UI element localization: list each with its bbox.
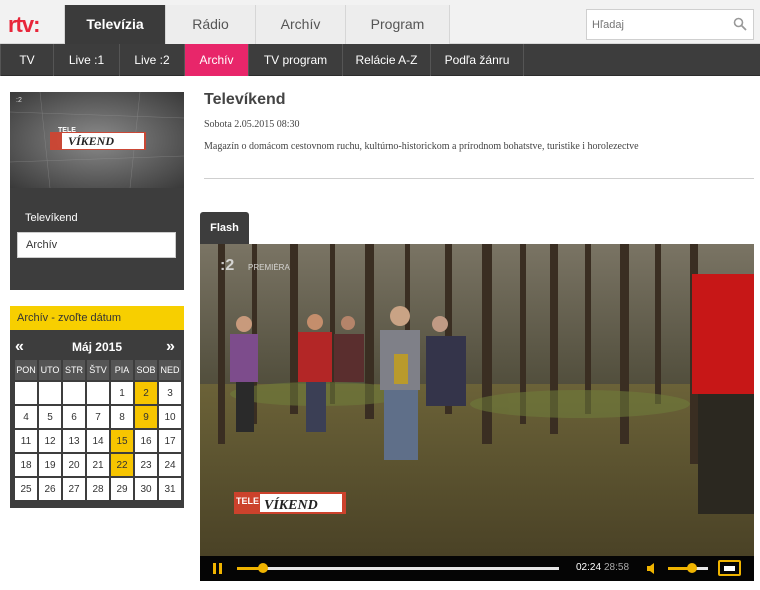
- tab-program[interactable]: Program: [345, 5, 450, 44]
- show-title[interactable]: Televíkend: [25, 212, 78, 224]
- subnav-relacie-a-z[interactable]: Relácie A-Z: [343, 44, 431, 76]
- calendar-day: 24: [159, 454, 181, 476]
- show-box: TELE VÍKEND :2 Televíkend Archív: [10, 92, 184, 290]
- pause-icon[interactable]: [212, 562, 224, 575]
- progress-handle[interactable]: [257, 563, 268, 573]
- calendar-day: 27: [63, 478, 85, 500]
- subnav-live-2[interactable]: Live :2: [120, 44, 185, 76]
- calendar-day: 19: [39, 454, 61, 476]
- calendar-day: 3: [159, 382, 181, 404]
- calendar-day: 18: [15, 454, 37, 476]
- archive-link[interactable]: Archív: [17, 232, 176, 258]
- player-controls: 02:24 28:58: [200, 556, 754, 581]
- fullscreen-icon: [724, 566, 735, 571]
- overlay-logo-top: TELE: [236, 496, 259, 506]
- search-icon[interactable]: [733, 17, 747, 31]
- total-time: 28:58: [604, 562, 630, 573]
- weekday-header: STR: [63, 360, 85, 380]
- calendar-day: 17: [159, 430, 181, 452]
- tab-flash[interactable]: Flash: [200, 212, 249, 244]
- calendar-week: 18 19 20 21 22 23 24: [15, 454, 181, 476]
- weekday-header: SOB: [135, 360, 157, 380]
- calendar-day: 26: [39, 478, 61, 500]
- subnav-tv[interactable]: TV: [0, 44, 54, 76]
- weekday-header: ŠTV: [87, 360, 109, 380]
- calendar-empty-cell: [63, 382, 85, 404]
- subnav-tv-program[interactable]: TV program: [249, 44, 343, 76]
- calendar-day: 5: [39, 406, 61, 428]
- calendar-day: 10: [159, 406, 181, 428]
- calendar-day: 29: [111, 478, 133, 500]
- show-description: Magazín o domácom cestovnom ruchu, kultú…: [204, 141, 639, 152]
- calendar-day: 20: [63, 454, 85, 476]
- search-input[interactable]: [587, 10, 727, 39]
- broadcast-date: Sobota 2.05.2015 08:30: [204, 119, 300, 130]
- volume-handle[interactable]: [687, 563, 697, 573]
- volume-icon[interactable]: [646, 562, 660, 575]
- calendar-next-button[interactable]: »: [166, 338, 175, 356]
- calendar-week: 11 12 13 14 15 16 17: [15, 430, 181, 452]
- tab-archiv[interactable]: Archív: [255, 5, 345, 44]
- weekday-header: UTO: [39, 360, 61, 380]
- page-title: Televíkend: [204, 91, 286, 108]
- calendar-week: 123: [15, 382, 181, 404]
- calendar-day: 16: [135, 430, 157, 452]
- calendar-day[interactable]: 2: [135, 382, 157, 404]
- progress-bar[interactable]: [237, 563, 559, 573]
- thumb-logo-main: VÍKEND: [68, 134, 114, 148]
- channel-name: PREMIÉRA: [248, 263, 290, 272]
- divider: [204, 178, 754, 179]
- calendar-empty-cell: [39, 382, 61, 404]
- calendar-day[interactable]: 15: [111, 430, 133, 452]
- weekday-header: PIA: [111, 360, 133, 380]
- show-thumbnail[interactable]: TELE VÍKEND :2: [10, 92, 184, 188]
- volume-slider[interactable]: [668, 563, 708, 573]
- calendar-day[interactable]: 22: [111, 454, 133, 476]
- calendar-day: 28: [87, 478, 109, 500]
- search-box: [586, 9, 754, 40]
- calendar-day: 21: [87, 454, 109, 476]
- calendar-week: 4 5 6 7 8 9 10: [15, 406, 181, 428]
- video-player[interactable]: :2 PREMIÉRA TELE VÍKEND 02:24 28:58: [200, 244, 754, 581]
- calendar-day: 30: [135, 478, 157, 500]
- calendar-day: 12: [39, 430, 61, 452]
- calendar-day: 14: [87, 430, 109, 452]
- calendar-day: 13: [63, 430, 85, 452]
- subnav-podla-zanru[interactable]: Podľa žánru: [431, 44, 524, 76]
- overlay-logo-main: VÍKEND: [264, 496, 318, 513]
- weekday-header: PON: [15, 360, 37, 380]
- sub-nav: TV Live :1 Live :2 Archív TV program Rel…: [0, 44, 760, 76]
- current-time: 02:24: [576, 562, 602, 573]
- calendar-header: Archív - zvoľte dátum: [10, 306, 184, 330]
- fullscreen-button[interactable]: [718, 560, 741, 576]
- subnav-live-1[interactable]: Live :1: [54, 44, 120, 76]
- calendar-empty-cell: [15, 382, 37, 404]
- calendar-day: 4: [15, 406, 37, 428]
- calendar-day[interactable]: 9: [135, 406, 157, 428]
- channel-logo: :2: [220, 257, 234, 274]
- subnav-archiv[interactable]: Archív: [185, 44, 249, 76]
- calendar-day: 7: [87, 406, 109, 428]
- calendar-grid: PON UTO STR ŠTV PIA SOB NED 1 2 3 4 5 6 7 8 9 10 11 12 13 1…: [13, 358, 183, 502]
- weekday-header: NED: [159, 360, 181, 380]
- svg-text::2: :2: [16, 97, 22, 104]
- calendar-week: 25 26 27 28 29 30 31: [15, 478, 181, 500]
- calendar: « Máj 2015 » PON UTO STR ŠTV PIA SOB NED 12345…: [10, 330, 184, 508]
- top-bar: rtv: Televízia Rádio Archív Program: [0, 0, 760, 44]
- tab-televizia[interactable]: Televízia: [64, 5, 165, 44]
- calendar-day: 6: [63, 406, 85, 428]
- calendar-day: 31: [159, 478, 181, 500]
- calendar-empty-cell: [87, 382, 109, 404]
- tab-radio[interactable]: Rádio: [165, 5, 255, 44]
- calendar-day: 11: [15, 430, 37, 452]
- calendar-day: 25: [15, 478, 37, 500]
- calendar-day: 23: [135, 454, 157, 476]
- rtv-logo[interactable]: rtv:: [8, 12, 40, 38]
- calendar-day: 8: [111, 406, 133, 428]
- video-frame[interactable]: :2 PREMIÉRA TELE VÍKEND: [200, 244, 754, 556]
- calendar-day: 1: [111, 382, 133, 404]
- calendar-month: Máj 2015: [71, 340, 123, 354]
- thumb-logo-top: TELE: [58, 127, 76, 134]
